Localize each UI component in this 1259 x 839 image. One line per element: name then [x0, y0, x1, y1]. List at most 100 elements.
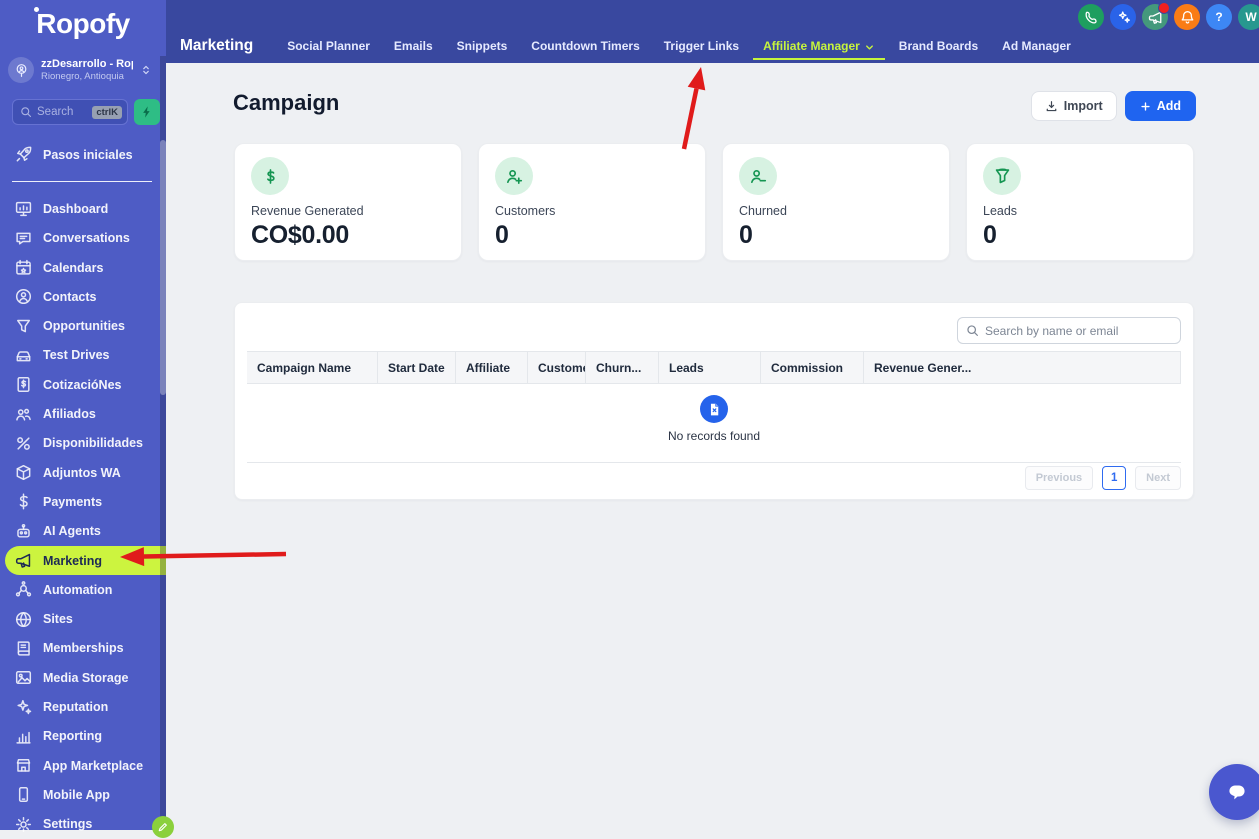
- search-icon: [21, 107, 32, 118]
- top-navigation: ? W Marketing Social Planner Emails Snip…: [166, 0, 1259, 63]
- rocket-icon: [15, 146, 32, 163]
- sidebar-item-afiliados[interactable]: Afiliados: [0, 399, 166, 428]
- add-button[interactable]: Add: [1124, 91, 1196, 121]
- megaphone-icon: [15, 552, 32, 569]
- import-button[interactable]: Import: [1030, 91, 1117, 121]
- quote-icon: [15, 376, 32, 393]
- bolt-icon: [143, 106, 150, 118]
- topbar-announce-icon[interactable]: [1142, 2, 1170, 30]
- chevron-updown-icon: [140, 63, 152, 77]
- sidebar-nav: Pasos iniciales Dashboard Conversations …: [0, 140, 166, 839]
- sidebar-item-reputation[interactable]: Reputation: [0, 692, 166, 721]
- tab-countdown-timers[interactable]: Countdown Timers: [519, 29, 651, 63]
- sidebar-item-reporting[interactable]: Reporting: [0, 722, 166, 751]
- column-leads: Leads: [659, 352, 761, 383]
- marketplace-icon: [15, 757, 32, 774]
- topbar-icons: ? W: [1078, 2, 1259, 30]
- sidebar-item-marketing[interactable]: Marketing: [5, 545, 166, 576]
- sidebar-item-cotizaci-nes[interactable]: CotizacióNes: [0, 370, 166, 399]
- sidebar-item-app-marketplace[interactable]: App Marketplace: [0, 751, 166, 780]
- topbar-phone-icon[interactable]: [1078, 4, 1104, 30]
- table-search-input[interactable]: [985, 323, 1172, 338]
- chat-widget-button[interactable]: [1209, 764, 1259, 820]
- chevron-down-icon: [864, 42, 875, 53]
- quick-actions-button[interactable]: [134, 99, 160, 125]
- gear-icon: [15, 816, 32, 833]
- announce-icon: [1148, 10, 1163, 25]
- sidebar-item-disponibilidades[interactable]: Disponibilidades: [0, 429, 166, 458]
- account-location: Rionegro, Antioquia: [41, 71, 124, 82]
- sidebar-item-pasos-iniciales[interactable]: Pasos iniciales: [0, 140, 166, 183]
- tab-brand-boards[interactable]: Brand Boards: [887, 29, 990, 63]
- sidebar: Ropofy zzDesarrollo - Rop... Rionegro, A…: [0, 0, 166, 832]
- bell-icon: [1180, 10, 1195, 25]
- user-minus-icon: [739, 157, 777, 195]
- app-logo: Ropofy: [36, 8, 130, 39]
- sidebar-item-dashboard[interactable]: Dashboard: [0, 194, 166, 223]
- stat-card-revenue-generated: Revenue Generated CO$0.00: [234, 143, 462, 261]
- tab-affiliate-manager[interactable]: Affiliate Manager: [751, 29, 887, 63]
- sidebar-item-conversations[interactable]: Conversations: [0, 224, 166, 253]
- column-commission: Commission: [761, 352, 864, 383]
- tab-snippets[interactable]: Snippets: [445, 29, 520, 63]
- sidebar-item-opportunities[interactable]: Opportunities: [0, 311, 166, 340]
- section-title: Marketing: [180, 37, 254, 54]
- leads-funnel-icon: [983, 157, 1021, 195]
- topbar-help-icon[interactable]: ?: [1206, 4, 1232, 30]
- stat-card-leads: Leads 0: [966, 143, 1194, 261]
- topbar-sparkles-icon[interactable]: [1110, 4, 1136, 30]
- user-plus-icon: [495, 157, 533, 195]
- reputation-icon: [15, 698, 32, 715]
- stat-card-customers: Customers 0: [478, 143, 706, 261]
- keyboard-shortcut-badge: ctrlK: [92, 105, 122, 119]
- empty-state-text: No records found: [667, 429, 761, 443]
- topbar-bell-icon[interactable]: [1174, 4, 1200, 30]
- stat-card-churned: Churned 0: [722, 143, 950, 261]
- sidebar-item-settings[interactable]: Settings: [0, 810, 166, 839]
- sidebar-item-payments[interactable]: Payments: [0, 487, 166, 516]
- chat-bubble-icon: [1229, 785, 1245, 800]
- sidebar-item-test-drives[interactable]: Test Drives: [0, 341, 166, 370]
- availability-icon: [15, 435, 32, 452]
- sidebar-item-contacts[interactable]: Contacts: [0, 282, 166, 311]
- dollar-badge-icon: [251, 157, 289, 195]
- car-icon: [15, 347, 32, 364]
- tab-trigger-links[interactable]: Trigger Links: [652, 29, 751, 63]
- pencil-icon: [158, 823, 167, 832]
- tab-emails[interactable]: Emails: [382, 29, 445, 63]
- tab-social-planner[interactable]: Social Planner: [275, 29, 382, 63]
- sidebar-search[interactable]: ctrlK: [12, 99, 128, 125]
- sidebar-item-memberships[interactable]: Memberships: [0, 634, 166, 663]
- main-content: Campaign Import Add Revenue Generated CO…: [166, 63, 1259, 830]
- dashboard-icon: [15, 200, 32, 217]
- sidebar-item-calendars[interactable]: Calendars: [0, 253, 166, 282]
- phone-icon: [1084, 10, 1099, 25]
- account-switcher[interactable]: zzDesarrollo - Rop... Rionegro, Antioqui…: [0, 57, 160, 83]
- sidebar-item-mobile-app[interactable]: Mobile App: [0, 780, 166, 809]
- affiliates-icon: [15, 406, 32, 423]
- sidebar-item-ai-agents[interactable]: AI Agents: [0, 517, 166, 546]
- stats-row: Revenue Generated CO$0.00 Customers 0 Ch…: [234, 143, 1194, 261]
- campaigns-table-card: Campaign Name Start Date Affiliate Custo…: [234, 302, 1194, 500]
- payments-icon: [15, 493, 32, 510]
- previous-page-button[interactable]: Previous: [1024, 466, 1094, 490]
- column-revenue-gener: Revenue Gener...: [874, 360, 972, 375]
- sidebar-scrollbar-thumb[interactable]: [160, 140, 166, 395]
- sidebar-search-input[interactable]: [37, 106, 88, 118]
- next-page-button[interactable]: Next: [1135, 466, 1181, 490]
- page-number-button[interactable]: 1: [1102, 466, 1127, 490]
- column: [1170, 352, 1181, 383]
- table-search[interactable]: [957, 317, 1181, 344]
- logo-dot: [34, 7, 39, 12]
- column-campaign-name: Campaign Name: [247, 352, 378, 383]
- tab-ad-manager[interactable]: Ad Manager: [990, 29, 1083, 63]
- sidebar-item-adjuntos-wa[interactable]: Adjuntos WA: [0, 458, 166, 487]
- globe-icon: [15, 611, 32, 628]
- sidebar-item-media-storage[interactable]: Media Storage: [0, 663, 166, 692]
- topbar-avatar[interactable]: W: [1238, 4, 1259, 30]
- sidebar-item-automation[interactable]: Automation: [0, 575, 166, 604]
- sidebar-item-sites[interactable]: Sites: [0, 604, 166, 633]
- edit-menu-button[interactable]: [152, 816, 174, 838]
- table-header-row: Campaign Name Start Date Affiliate Custo…: [247, 351, 1181, 384]
- cube-icon: [15, 464, 32, 481]
